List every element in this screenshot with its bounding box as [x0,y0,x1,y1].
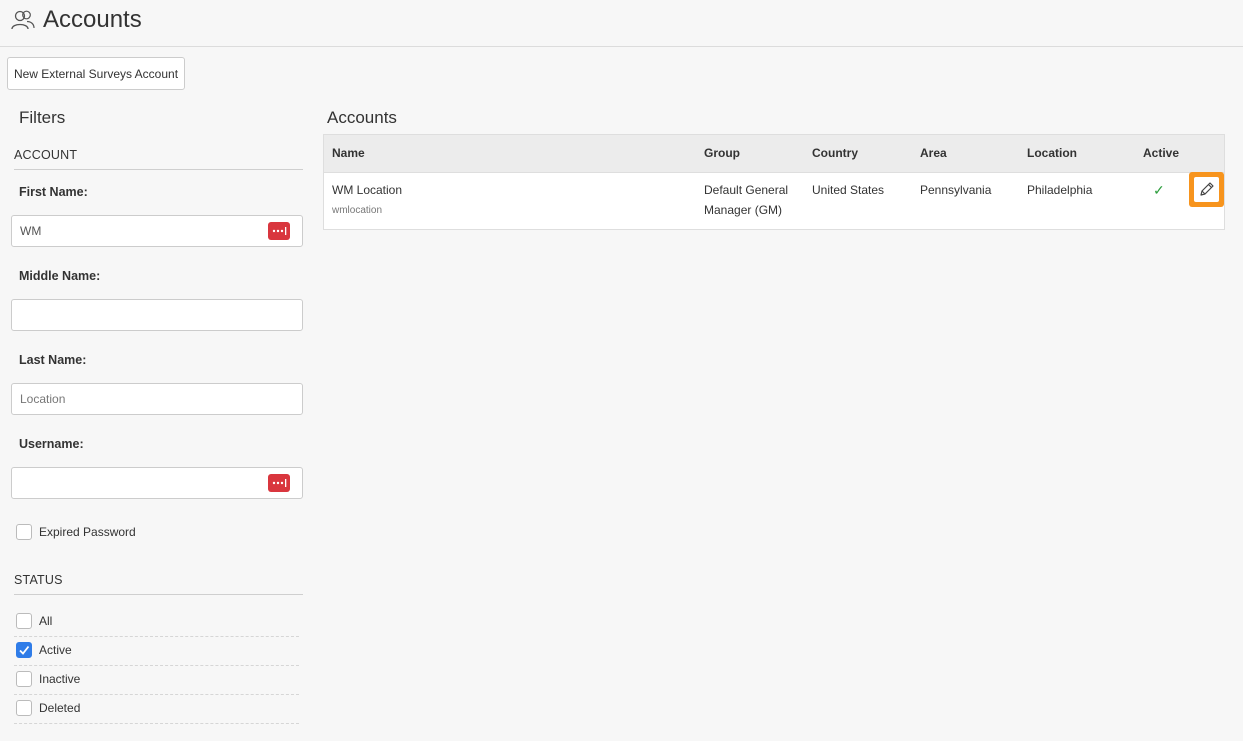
column-header-active[interactable]: Active [1143,146,1179,160]
account-section-heading: ACCOUNT [14,148,303,170]
status-inactive-label: Inactive [39,672,81,686]
divider [14,694,299,695]
accounts-table: Name Group Country Area Location Active … [323,134,1225,230]
account-group-line2: Manager (GM) [704,203,783,217]
status-all-checkbox[interactable] [16,613,32,629]
divider [14,636,299,637]
account-name[interactable]: WM Location [332,180,402,200]
column-header-group[interactable]: Group [704,146,740,160]
expired-password-label: Expired Password [39,525,136,539]
account-location: Philadelphia [1027,183,1093,197]
middle-name-label: Middle Name: [19,269,101,283]
status-inactive-checkbox[interactable] [16,671,32,687]
checkmark-icon [19,645,30,655]
new-external-surveys-account-button[interactable]: New External Surveys Account [7,57,185,90]
last-name-input[interactable] [11,383,303,415]
status-active-checkbox[interactable] [16,642,32,658]
first-name-input[interactable] [11,215,303,247]
active-check-icon: ✓ [1153,182,1165,198]
column-header-country[interactable]: Country [812,146,858,160]
table-header: Name Group Country Area Location Active [324,135,1224,173]
users-icon [11,10,35,30]
account-group-line1: Default General [704,183,789,197]
pencil-icon [1200,182,1214,196]
page-title: Accounts [43,6,142,33]
column-header-location[interactable]: Location [1027,146,1077,160]
account-country: United States [812,183,885,197]
password-manager-icon[interactable] [268,222,290,240]
username-label: Username: [19,437,84,451]
first-name-label: First Name: [19,185,88,199]
last-name-label: Last Name: [19,353,87,367]
status-deleted-checkbox[interactable] [16,700,32,716]
divider [14,723,299,724]
page-header: Accounts [0,0,1243,47]
accounts-title: Accounts [327,108,397,127]
divider [14,665,299,666]
column-header-name[interactable]: Name [332,146,365,160]
status-section-heading: STATUS [14,573,303,595]
column-header-area[interactable]: Area [920,146,947,160]
password-manager-icon[interactable] [268,474,290,492]
edit-account-button[interactable] [1189,172,1224,207]
status-all-label: All [39,614,53,628]
username-input[interactable] [11,467,303,499]
middle-name-input[interactable] [11,299,303,331]
account-area: Pennsylvania [920,183,992,197]
expired-password-checkbox[interactable] [16,524,32,540]
filters-title: Filters [19,108,66,127]
status-active-label: Active [39,643,72,657]
account-username: wmlocation [332,205,383,216]
status-deleted-label: Deleted [39,701,81,715]
